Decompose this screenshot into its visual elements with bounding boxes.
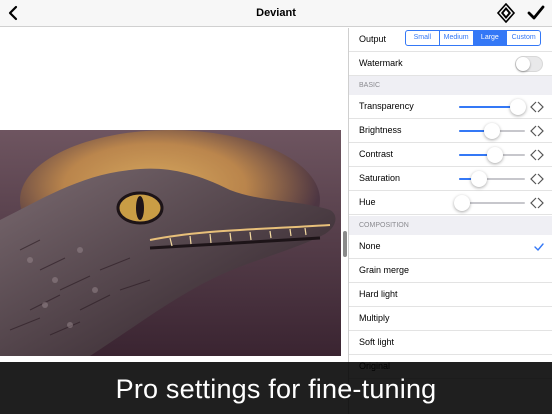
slider-thumb[interactable] [510, 99, 527, 115]
blend-mode-item[interactable]: Grain merge [349, 259, 552, 283]
slider-label: Contrast [359, 149, 394, 159]
saturation-slider[interactable] [459, 171, 525, 187]
watermark-label: Watermark [359, 58, 403, 68]
output-option-medium[interactable]: Medium [440, 31, 474, 45]
blend-mode-item[interactable]: Soft light [349, 331, 552, 355]
toggle-knob [516, 57, 530, 71]
slider-row-hue: Hue [349, 191, 552, 215]
keyframe-diamond-icon[interactable] [529, 123, 545, 139]
app-title: Deviant [256, 7, 296, 19]
watermark-toggle[interactable] [515, 56, 543, 72]
transparency-slider[interactable] [459, 99, 527, 115]
slider-thumb[interactable] [484, 123, 500, 139]
blend-mode-item[interactable]: Multiply [349, 307, 552, 331]
slider-row-brightness: Brightness [349, 119, 552, 143]
blend-mode-label: Soft light [359, 337, 395, 347]
slider-thumb[interactable] [470, 171, 487, 187]
slider-thumb[interactable] [454, 195, 471, 211]
brightness-slider[interactable] [459, 123, 525, 139]
output-option-large[interactable]: Large [473, 31, 508, 45]
checkmark-icon[interactable] [526, 3, 546, 23]
blend-mode-label: Multiply [359, 313, 390, 323]
slider-row-contrast: Contrast [349, 143, 552, 167]
keyframe-diamond-icon[interactable] [529, 171, 545, 187]
output-row: Output Small Medium Large Custom [349, 28, 552, 52]
promo-caption-banner: Pro settings for fine-tuning [0, 362, 552, 414]
output-size-control: Small Medium Large Custom [405, 30, 541, 46]
slider-label: Hue [359, 197, 376, 207]
panel-resize-handle[interactable] [343, 231, 347, 257]
blend-mode-item[interactable]: Hard light [349, 283, 552, 307]
slider-label: Transparency [359, 101, 414, 111]
blend-mode-label: Grain merge [359, 265, 410, 275]
blend-mode-item[interactable]: None [349, 235, 552, 259]
promo-caption-text: Pro settings for fine-tuning [115, 374, 437, 404]
keyframe-diamond-icon[interactable] [529, 147, 545, 163]
keyframe-diamond-icon[interactable] [529, 99, 545, 115]
slider-thumb[interactable] [487, 147, 504, 163]
blend-mode-label: Hard light [359, 289, 398, 299]
basic-header-text: BASIC [359, 82, 381, 89]
blend-mode-label: None [359, 241, 381, 251]
slider-label: Saturation [359, 173, 401, 183]
slider-row-transparency: Transparency [349, 95, 552, 119]
composition-section-header: COMPOSITION [349, 216, 552, 235]
selected-checkmark-icon [534, 243, 544, 252]
top-bar: Deviant [0, 0, 552, 27]
composition-header-text: COMPOSITION [359, 222, 409, 229]
slider-label: Brightness [359, 125, 402, 135]
basic-section-header: BASIC [349, 76, 552, 95]
image-canvas [0, 28, 348, 414]
output-option-small[interactable]: Small [406, 31, 440, 45]
output-option-custom[interactable]: Custom [507, 31, 540, 45]
output-label: Output [359, 34, 387, 44]
settings-panel: Output Small Medium Large Custom Waterma… [348, 28, 552, 414]
deviant-logo-icon[interactable] [496, 3, 516, 23]
filtered-artwork-image[interactable] [0, 130, 341, 356]
watermark-row: Watermark [349, 52, 552, 76]
hue-slider[interactable] [454, 195, 525, 211]
contrast-slider[interactable] [459, 147, 525, 163]
keyframe-diamond-icon[interactable] [529, 195, 545, 211]
slider-row-saturation: Saturation [349, 167, 552, 191]
